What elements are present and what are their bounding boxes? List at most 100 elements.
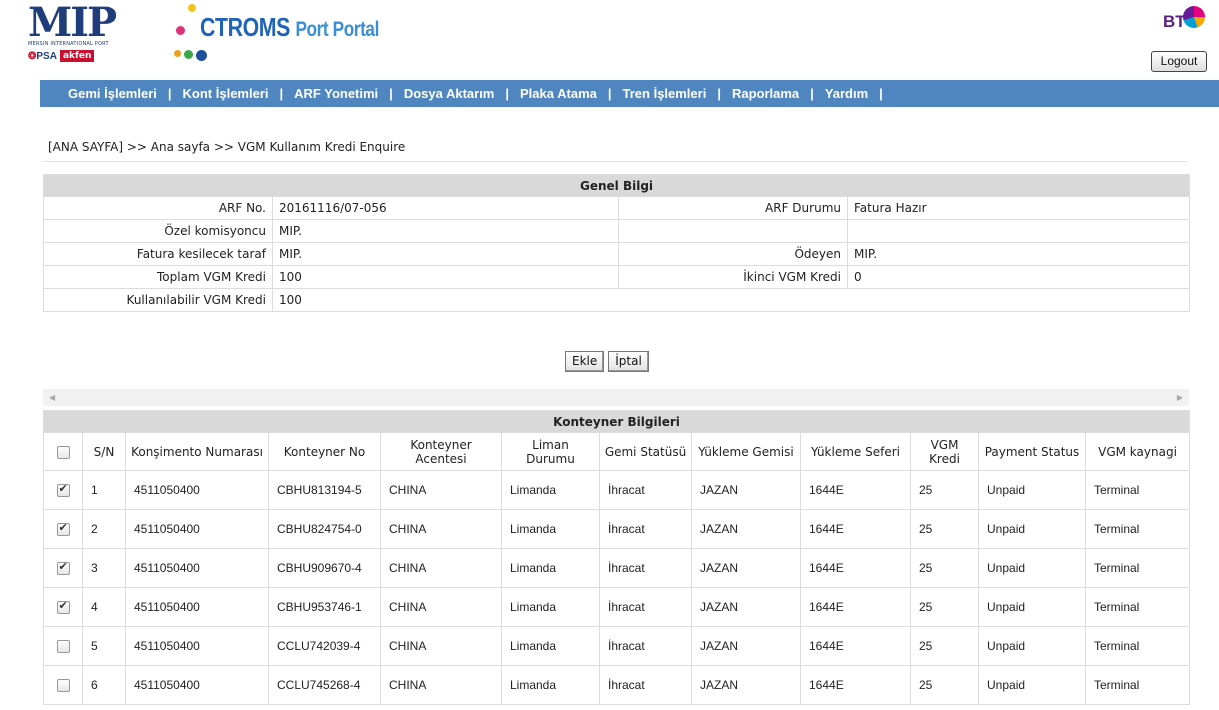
cell-yukleme-seferi: 1644E	[800, 626, 911, 666]
ikinci-vgm-kredi-value: 0	[846, 265, 1191, 289]
table-row: Özel komisyoncu MIP.	[43, 219, 1191, 243]
iptal-button[interactable]: İptal	[608, 351, 649, 372]
konteyner-table: Konteyner Bilgileri S/N Konşimento Numara…	[42, 410, 1191, 705]
cell-payment-status: Unpaid	[978, 665, 1086, 705]
cell-vgm-kaynagi: Terminal	[1084, 548, 1191, 588]
scroll-right-icon[interactable]: ▶	[1177, 393, 1183, 402]
cell-yukleme-seferi: 1644E	[800, 665, 911, 705]
nav-item-plaka-atama[interactable]: Plaka Atama	[520, 86, 597, 101]
column-header-konteyner-no: Konteyner No	[268, 432, 381, 471]
cell-konteyner-no: CBHU953746-1	[268, 587, 381, 627]
column-header-vgm-kredi: VGM Kredi	[910, 432, 979, 471]
select-all-checkbox[interactable]	[43, 432, 83, 471]
action-buttons: Ekle İptal	[565, 351, 649, 372]
table-row: 34511050400CBHU909670-4CHINALimandaİhrac…	[43, 548, 1191, 588]
arf-durumu-label: ARF Durumu	[618, 196, 848, 220]
cell-konsimento-numarasi: 4511050400	[125, 626, 269, 666]
row-checkbox[interactable]	[56, 678, 70, 692]
partner-logos: ❂PSA akfen	[28, 50, 143, 62]
cell-konteyner-acentesi: CHINA	[380, 509, 502, 549]
cell-yukleme-gemisi: JAZAN	[691, 665, 801, 705]
logout-button[interactable]: Logout	[1151, 51, 1207, 72]
cell-vgm-kredi: 25	[910, 470, 979, 510]
cell-konsimento-numarasi: 4511050400	[125, 665, 269, 705]
table-row: 24511050400CBHU824754-0CHINALimandaİhrac…	[43, 509, 1191, 549]
cell-gemi-statusu: İhracat	[599, 587, 692, 627]
cell-yukleme-gemisi: JAZAN	[691, 509, 801, 549]
cell-yukleme-gemisi: JAZAN	[691, 470, 801, 510]
ikinci-vgm-kredi-label: İkinci VGM Kredi	[618, 265, 848, 289]
cell-payment-status: Unpaid	[978, 587, 1086, 627]
cell-gemi-statusu: İhracat	[599, 509, 692, 549]
cell-yukleme-seferi: 1644E	[800, 509, 911, 549]
genel-bilgi-table: Genel Bilgi ARF No. 20161116/07-056 ARF …	[42, 174, 1191, 312]
cell-konsimento-numarasi: 4511050400	[125, 587, 269, 627]
cell-konsimento-numarasi: 4511050400	[125, 470, 269, 510]
psa-logo-text: PSA	[36, 50, 57, 62]
table-row: Fatura kesilecek taraf MIP. Ödeyen MIP.	[43, 242, 1191, 266]
nav-separator: |	[279, 86, 284, 101]
row-select-cell[interactable]	[43, 548, 83, 588]
cell-gemi-statusu: İhracat	[599, 470, 692, 510]
cell-vgm-kredi: 25	[910, 626, 979, 666]
row-checkbox[interactable]	[56, 639, 70, 653]
cell-konteyner-no: CBHU824754-0	[268, 509, 381, 549]
row-select-cell[interactable]	[43, 665, 83, 705]
table-row: 6 4511050400 CCLU745268-4 CHINA Limanda İhrac…	[43, 665, 1191, 705]
cell-payment-status: Unpaid	[978, 470, 1086, 510]
column-header-yukleme-gemisi: Yükleme Gemisi	[691, 432, 801, 471]
nav-item-gemi-islemleri[interactable]: Gemi İşlemleri	[68, 86, 157, 101]
cell-sn: 2	[82, 509, 126, 549]
ekle-button[interactable]: Ekle	[565, 351, 605, 372]
logo-dot-icon	[176, 26, 185, 35]
ozel-komisyoncu-value: MIP.	[272, 219, 619, 243]
nav-item-kont-islemleri[interactable]: Kont İşlemleri	[183, 86, 269, 101]
row-select-cell[interactable]	[43, 626, 83, 666]
nav-item-arf-yonetimi[interactable]: ARF Yonetimi	[294, 86, 378, 101]
empty-cell	[618, 219, 848, 243]
nav-item-raporlama[interactable]: Raporlama	[732, 86, 799, 101]
ctroms-logo: CTROMS Port Portal	[168, 4, 448, 64]
odeyen-label: Ödeyen	[618, 242, 848, 266]
cell-liman-durumu: Limanda	[501, 626, 600, 666]
cell-konteyner-acentesi: CHINA	[380, 665, 502, 705]
cell-sn: 3	[82, 548, 126, 588]
cell-gemi-statusu: İhracat	[599, 665, 692, 705]
column-header-payment-status: Payment Status	[978, 432, 1086, 471]
cell-yukleme-seferi: 1644E	[800, 548, 911, 588]
nav-item-tren-islemleri[interactable]: Tren İşlemleri	[623, 86, 707, 101]
nav-item-dosya-aktarim[interactable]: Dosya Aktarım	[404, 86, 495, 101]
row-checkbox[interactable]	[56, 561, 70, 575]
cell-konteyner-no: CCLU745268-4	[268, 665, 381, 705]
page-header: MIP MERSIN INTERNATIONAL PORT ❂PSA akfen…	[0, 0, 1219, 73]
cell-gemi-statusu: İhracat	[599, 548, 692, 588]
cell-vgm-kaynagi: Terminal	[1084, 587, 1191, 627]
cell-konteyner-acentesi: CHINA	[380, 470, 502, 510]
row-select-cell[interactable]	[43, 587, 83, 627]
fatura-label: Fatura kesilecek taraf	[43, 242, 273, 266]
horizontal-scrollbar[interactable]: ◀ ▶	[43, 389, 1189, 406]
cell-konteyner-no: CBHU813194-5	[268, 470, 381, 510]
nav-separator: |	[389, 86, 393, 101]
arf-no-value: 20161116/07-056	[272, 196, 619, 220]
row-checkbox[interactable]	[56, 483, 70, 497]
scroll-left-icon[interactable]: ◀	[49, 393, 55, 402]
row-select-cell[interactable]	[43, 470, 83, 510]
portal-title: CTROMS Port Portal	[200, 12, 379, 43]
row-checkbox[interactable]	[56, 522, 70, 536]
nav-item-yardim[interactable]: Yardım	[825, 86, 868, 101]
row-checkbox[interactable]	[56, 600, 70, 614]
column-header-liman-durumu: Liman Durumu	[501, 432, 600, 471]
toplam-vgm-kredi-value: 100	[272, 265, 619, 289]
bt-globe-icon	[1183, 6, 1205, 28]
mip-logo: MIP MERSIN INTERNATIONAL PORT ❂PSA akfen	[28, 3, 143, 64]
bt-logo: BT	[1163, 4, 1207, 36]
column-header-vgm-kaynagi: VGM kaynagi	[1084, 432, 1191, 471]
nav-separator: |	[167, 86, 172, 101]
row-select-cell[interactable]	[43, 509, 83, 549]
mip-logo-subtitle: MERSIN INTERNATIONAL PORT	[28, 41, 109, 47]
kullanilabilir-vgm-kredi-value: 100	[271, 288, 1191, 312]
empty-cell	[846, 219, 1191, 243]
checkbox-icon[interactable]	[56, 445, 70, 459]
kullanilabilir-vgm-kredi-label: Kullanılabilir VGM Kredi	[43, 288, 273, 312]
